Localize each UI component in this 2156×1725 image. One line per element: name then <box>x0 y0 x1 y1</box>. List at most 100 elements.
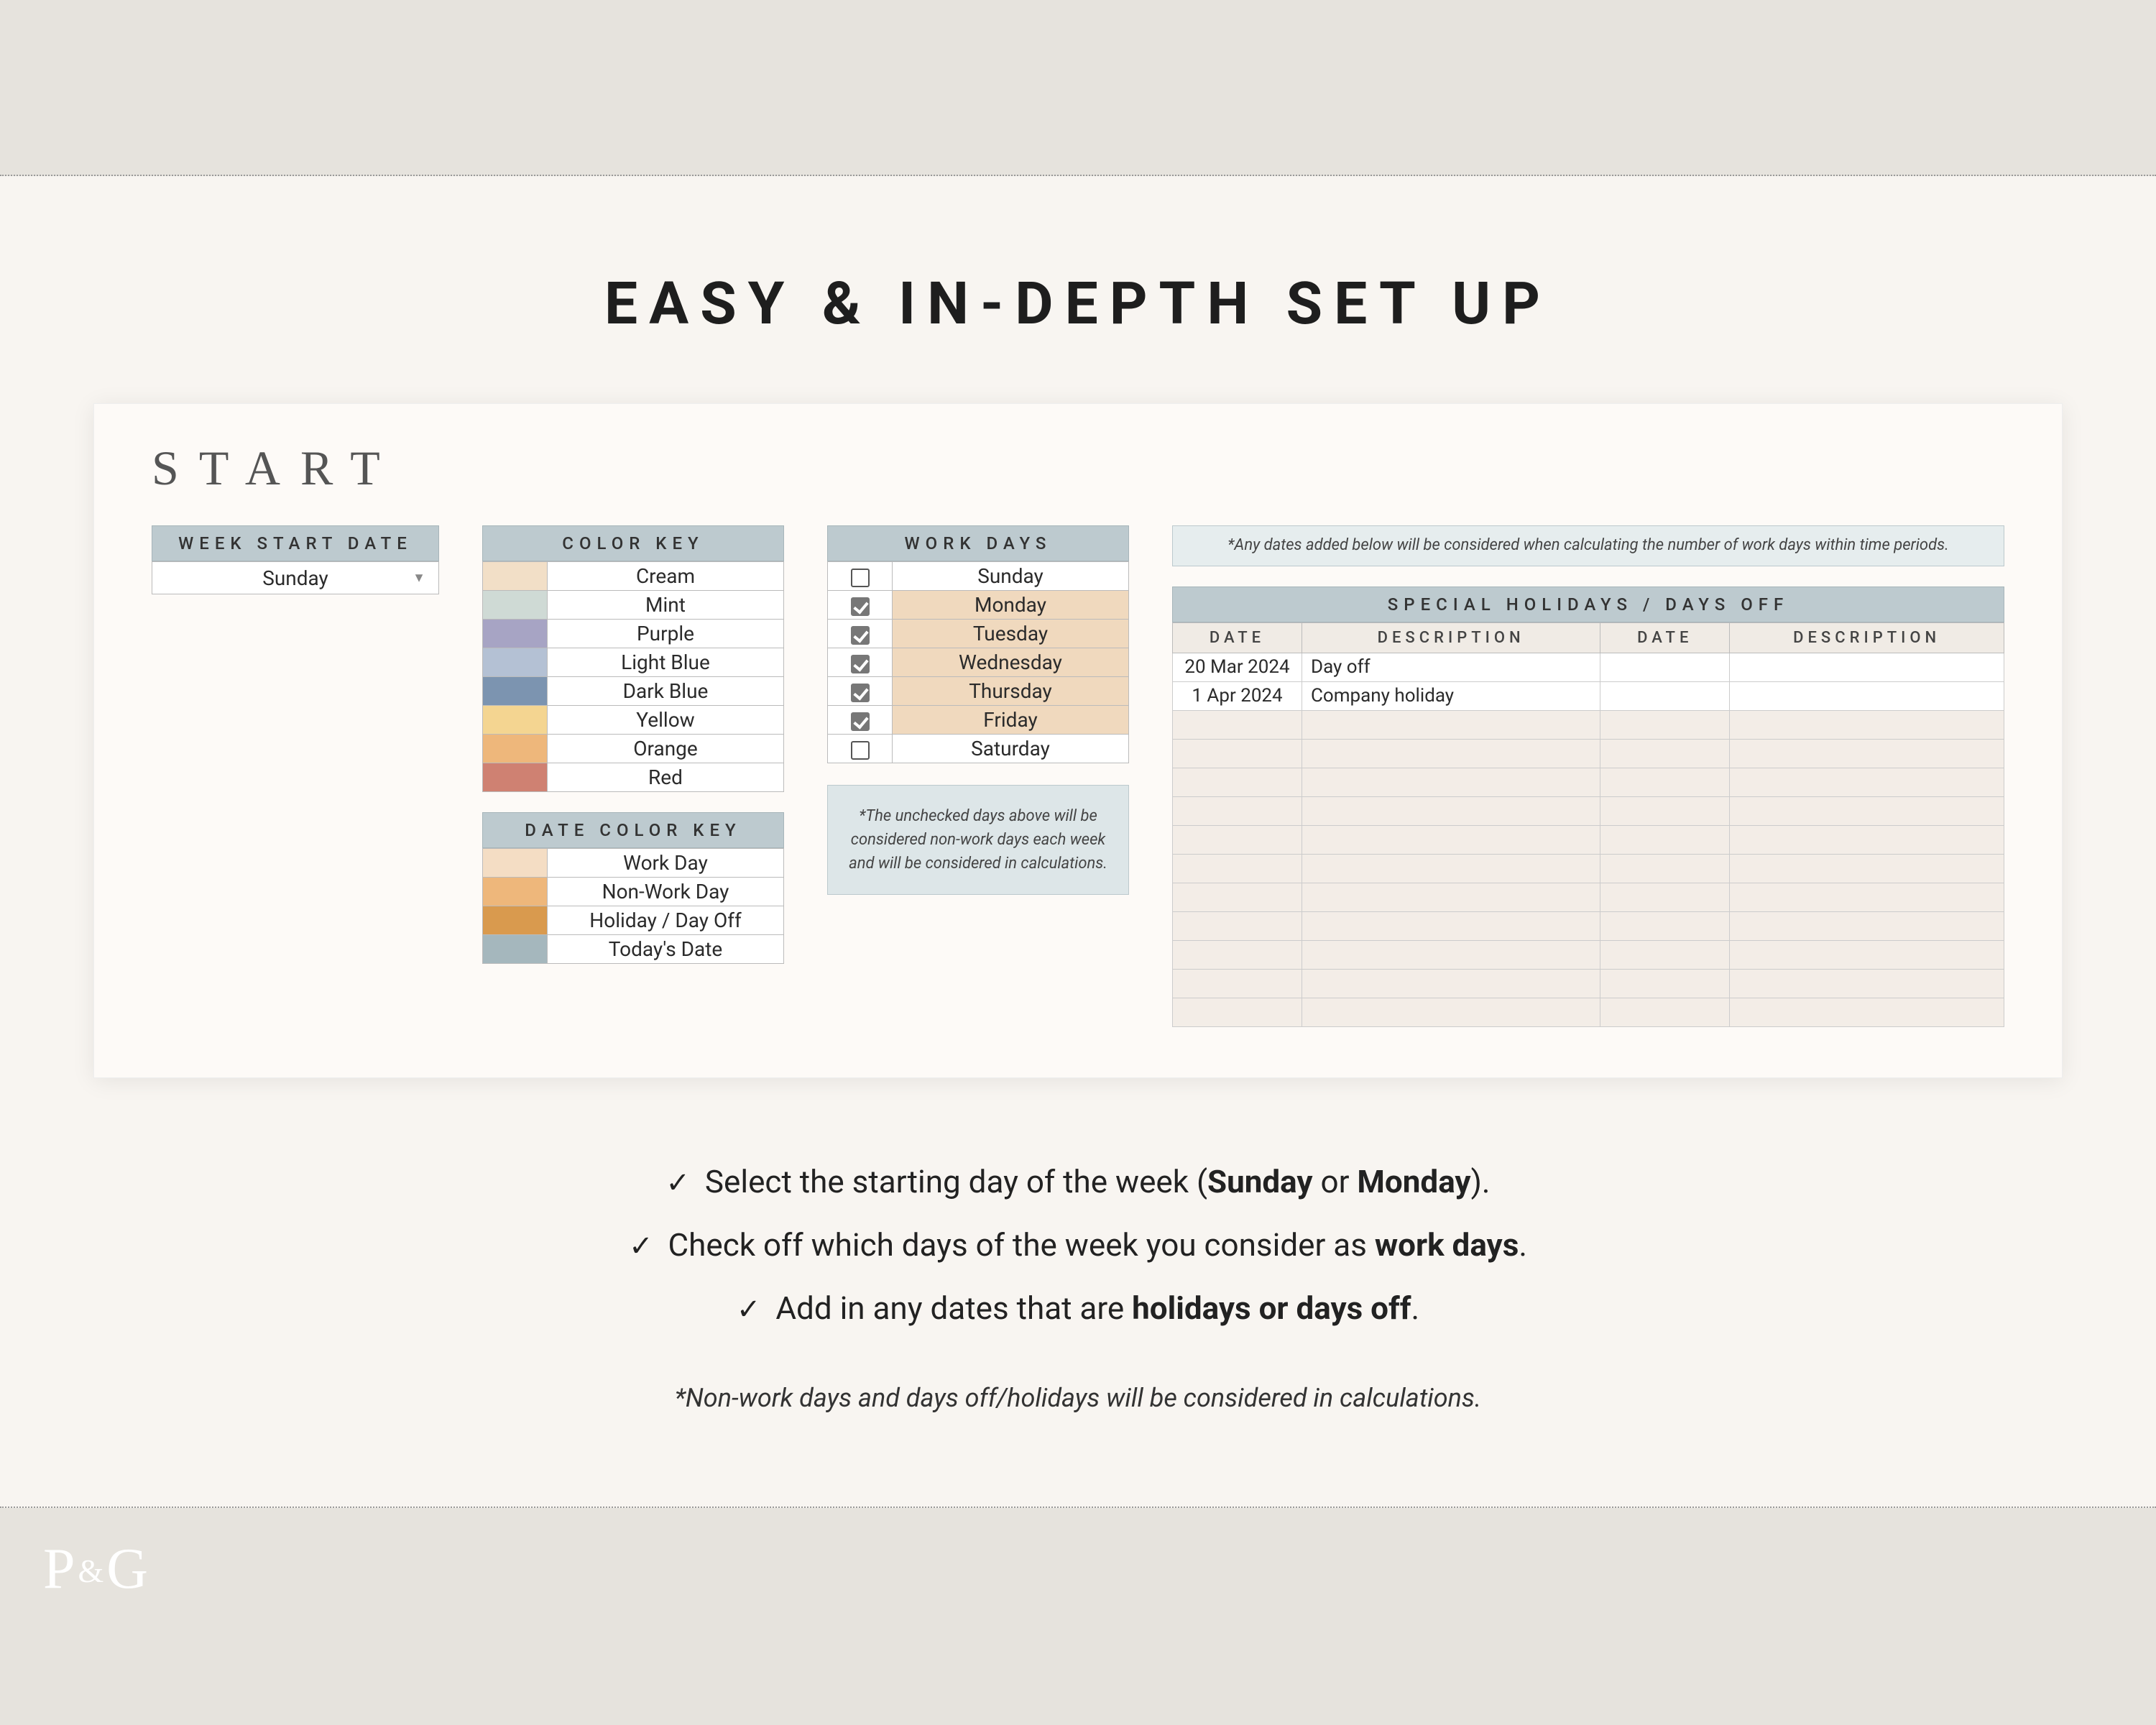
bullet-1: ✓ Select the starting day of the week (S… <box>287 1150 1869 1213</box>
date-color-label: Today's Date <box>548 935 784 964</box>
work-day-checkbox-cell[interactable] <box>828 735 893 763</box>
work-day-row: Monday <box>828 591 1129 620</box>
work-day-checkbox-cell[interactable] <box>828 591 893 620</box>
bullet-2: ✓ Check off which days of the week you c… <box>287 1213 1869 1276</box>
work-day-row: Friday <box>828 706 1129 735</box>
work-day-checkbox-cell[interactable] <box>828 648 893 677</box>
work-day-label: Sunday <box>893 562 1129 591</box>
color-label: Light Blue <box>548 648 784 677</box>
color-label: Red <box>548 763 784 792</box>
holiday-row-empty[interactable] <box>1173 969 2004 998</box>
holidays-column: *Any dates added below will be considere… <box>1172 525 2004 1027</box>
work-day-checkbox-cell[interactable] <box>828 706 893 735</box>
color-label: Yellow <box>548 706 784 735</box>
bottom-band: P&G <box>0 1508 2156 1623</box>
holiday-row-empty[interactable] <box>1173 768 2004 796</box>
holiday-row[interactable]: 1 Apr 2024 Company holiday <box>1173 681 2004 710</box>
holiday-date[interactable]: 20 Mar 2024 <box>1173 653 1302 681</box>
check-icon: ✓ <box>665 1166 690 1200</box>
color-label: Cream <box>548 562 784 591</box>
checkbox-icon <box>851 626 870 645</box>
color-swatch <box>483 849 548 878</box>
holiday-row-empty[interactable] <box>1173 911 2004 940</box>
work-day-checkbox-cell[interactable] <box>828 677 893 706</box>
date-color-key-row: Today's Date <box>483 935 784 964</box>
holiday-desc[interactable]: Company holiday <box>1302 681 1600 710</box>
work-day-label: Tuesday <box>893 620 1129 648</box>
holiday-row-empty[interactable] <box>1173 825 2004 854</box>
work-day-label: Friday <box>893 706 1129 735</box>
holiday-date[interactable] <box>1600 653 1730 681</box>
work-day-checkbox-cell[interactable] <box>828 620 893 648</box>
color-swatch <box>483 591 548 620</box>
color-key-row: Yellow <box>483 706 784 735</box>
color-swatch <box>483 878 548 906</box>
color-key-row: Red <box>483 763 784 792</box>
week-start-select[interactable]: Sunday ▼ <box>152 561 439 594</box>
color-key-row: Purple <box>483 620 784 648</box>
holidays-top-note: *Any dates added below will be considere… <box>1172 525 2004 566</box>
holiday-date[interactable]: 1 Apr 2024 <box>1173 681 1302 710</box>
work-days-note: *The unchecked days above will be consid… <box>827 785 1129 895</box>
work-day-checkbox-cell[interactable] <box>828 562 893 591</box>
holiday-row-empty[interactable] <box>1173 796 2004 825</box>
work-day-row: Saturday <box>828 735 1129 763</box>
date-color-key-header: DATE COLOR KEY <box>482 812 784 848</box>
holiday-row-empty[interactable] <box>1173 739 2004 768</box>
date-color-key-table: Work Day Non-Work Day Holiday / Day Off … <box>482 848 784 964</box>
work-day-label: Saturday <box>893 735 1129 763</box>
holiday-row-empty[interactable] <box>1173 883 2004 911</box>
color-swatch <box>483 706 548 735</box>
work-day-label: Monday <box>893 591 1129 620</box>
work-day-row: Tuesday <box>828 620 1129 648</box>
holiday-row[interactable]: 20 Mar 2024 Day off <box>1173 653 2004 681</box>
holidays-table: DATE DESCRIPTION DATE DESCRIPTION 20 Mar… <box>1172 622 2004 1027</box>
brand-logo: P&G <box>43 1537 148 1602</box>
holiday-date[interactable] <box>1600 681 1730 710</box>
holiday-row-empty[interactable] <box>1173 998 2004 1026</box>
color-label: Mint <box>548 591 784 620</box>
holidays-col-desc: DESCRIPTION <box>1302 622 1600 653</box>
work-day-row: Sunday <box>828 562 1129 591</box>
work-days-table: Sunday Monday Tuesday Wednesday Thursday… <box>827 561 1129 763</box>
color-key-row: Mint <box>483 591 784 620</box>
holiday-desc[interactable] <box>1730 681 2004 710</box>
work-day-row: Wednesday <box>828 648 1129 677</box>
date-color-label: Work Day <box>548 849 784 878</box>
holidays-col-desc2: DESCRIPTION <box>1730 622 2004 653</box>
color-key-header: COLOR KEY <box>482 525 784 561</box>
holidays-col-date2: DATE <box>1600 622 1730 653</box>
check-icon: ✓ <box>737 1292 761 1326</box>
holidays-header: SPECIAL HOLIDAYS / DAYS OFF <box>1172 586 2004 622</box>
date-color-key-row: Holiday / Day Off <box>483 906 784 935</box>
work-day-row: Thursday <box>828 677 1129 706</box>
color-label: Purple <box>548 620 784 648</box>
feature-bullets: ✓ Select the starting day of the week (S… <box>287 1150 1869 1340</box>
holiday-desc[interactable]: Day off <box>1302 653 1600 681</box>
check-icon: ✓ <box>629 1229 653 1263</box>
holiday-row-empty[interactable] <box>1173 710 2004 739</box>
color-key-row: Light Blue <box>483 648 784 677</box>
week-start-column: WEEK START DATE Sunday ▼ <box>152 525 439 594</box>
color-key-table: Cream Mint Purple Light Blue Dark Blue Y… <box>482 561 784 792</box>
holidays-col-date: DATE <box>1173 622 1302 653</box>
checkbox-icon <box>851 712 870 731</box>
checkbox-icon <box>851 597 870 616</box>
color-key-row: Cream <box>483 562 784 591</box>
work-days-header: WORK DAYS <box>827 525 1129 561</box>
color-swatch <box>483 677 548 706</box>
color-swatch <box>483 735 548 763</box>
checkbox-icon <box>851 569 870 587</box>
color-swatch <box>483 648 548 677</box>
color-swatch <box>483 906 548 935</box>
work-day-label: Thursday <box>893 677 1129 706</box>
holiday-row-empty[interactable] <box>1173 940 2004 969</box>
holiday-row-empty[interactable] <box>1173 854 2004 883</box>
bullet-3: ✓ Add in any dates that are holidays or … <box>287 1276 1869 1340</box>
holiday-desc[interactable] <box>1730 653 2004 681</box>
spreadsheet-card: START WEEK START DATE Sunday ▼ COLOR KEY… <box>93 403 2063 1078</box>
color-key-row: Dark Blue <box>483 677 784 706</box>
work-days-column: WORK DAYS Sunday Monday Tuesday Wednesda… <box>827 525 1129 895</box>
top-band <box>0 0 2156 176</box>
color-swatch <box>483 620 548 648</box>
